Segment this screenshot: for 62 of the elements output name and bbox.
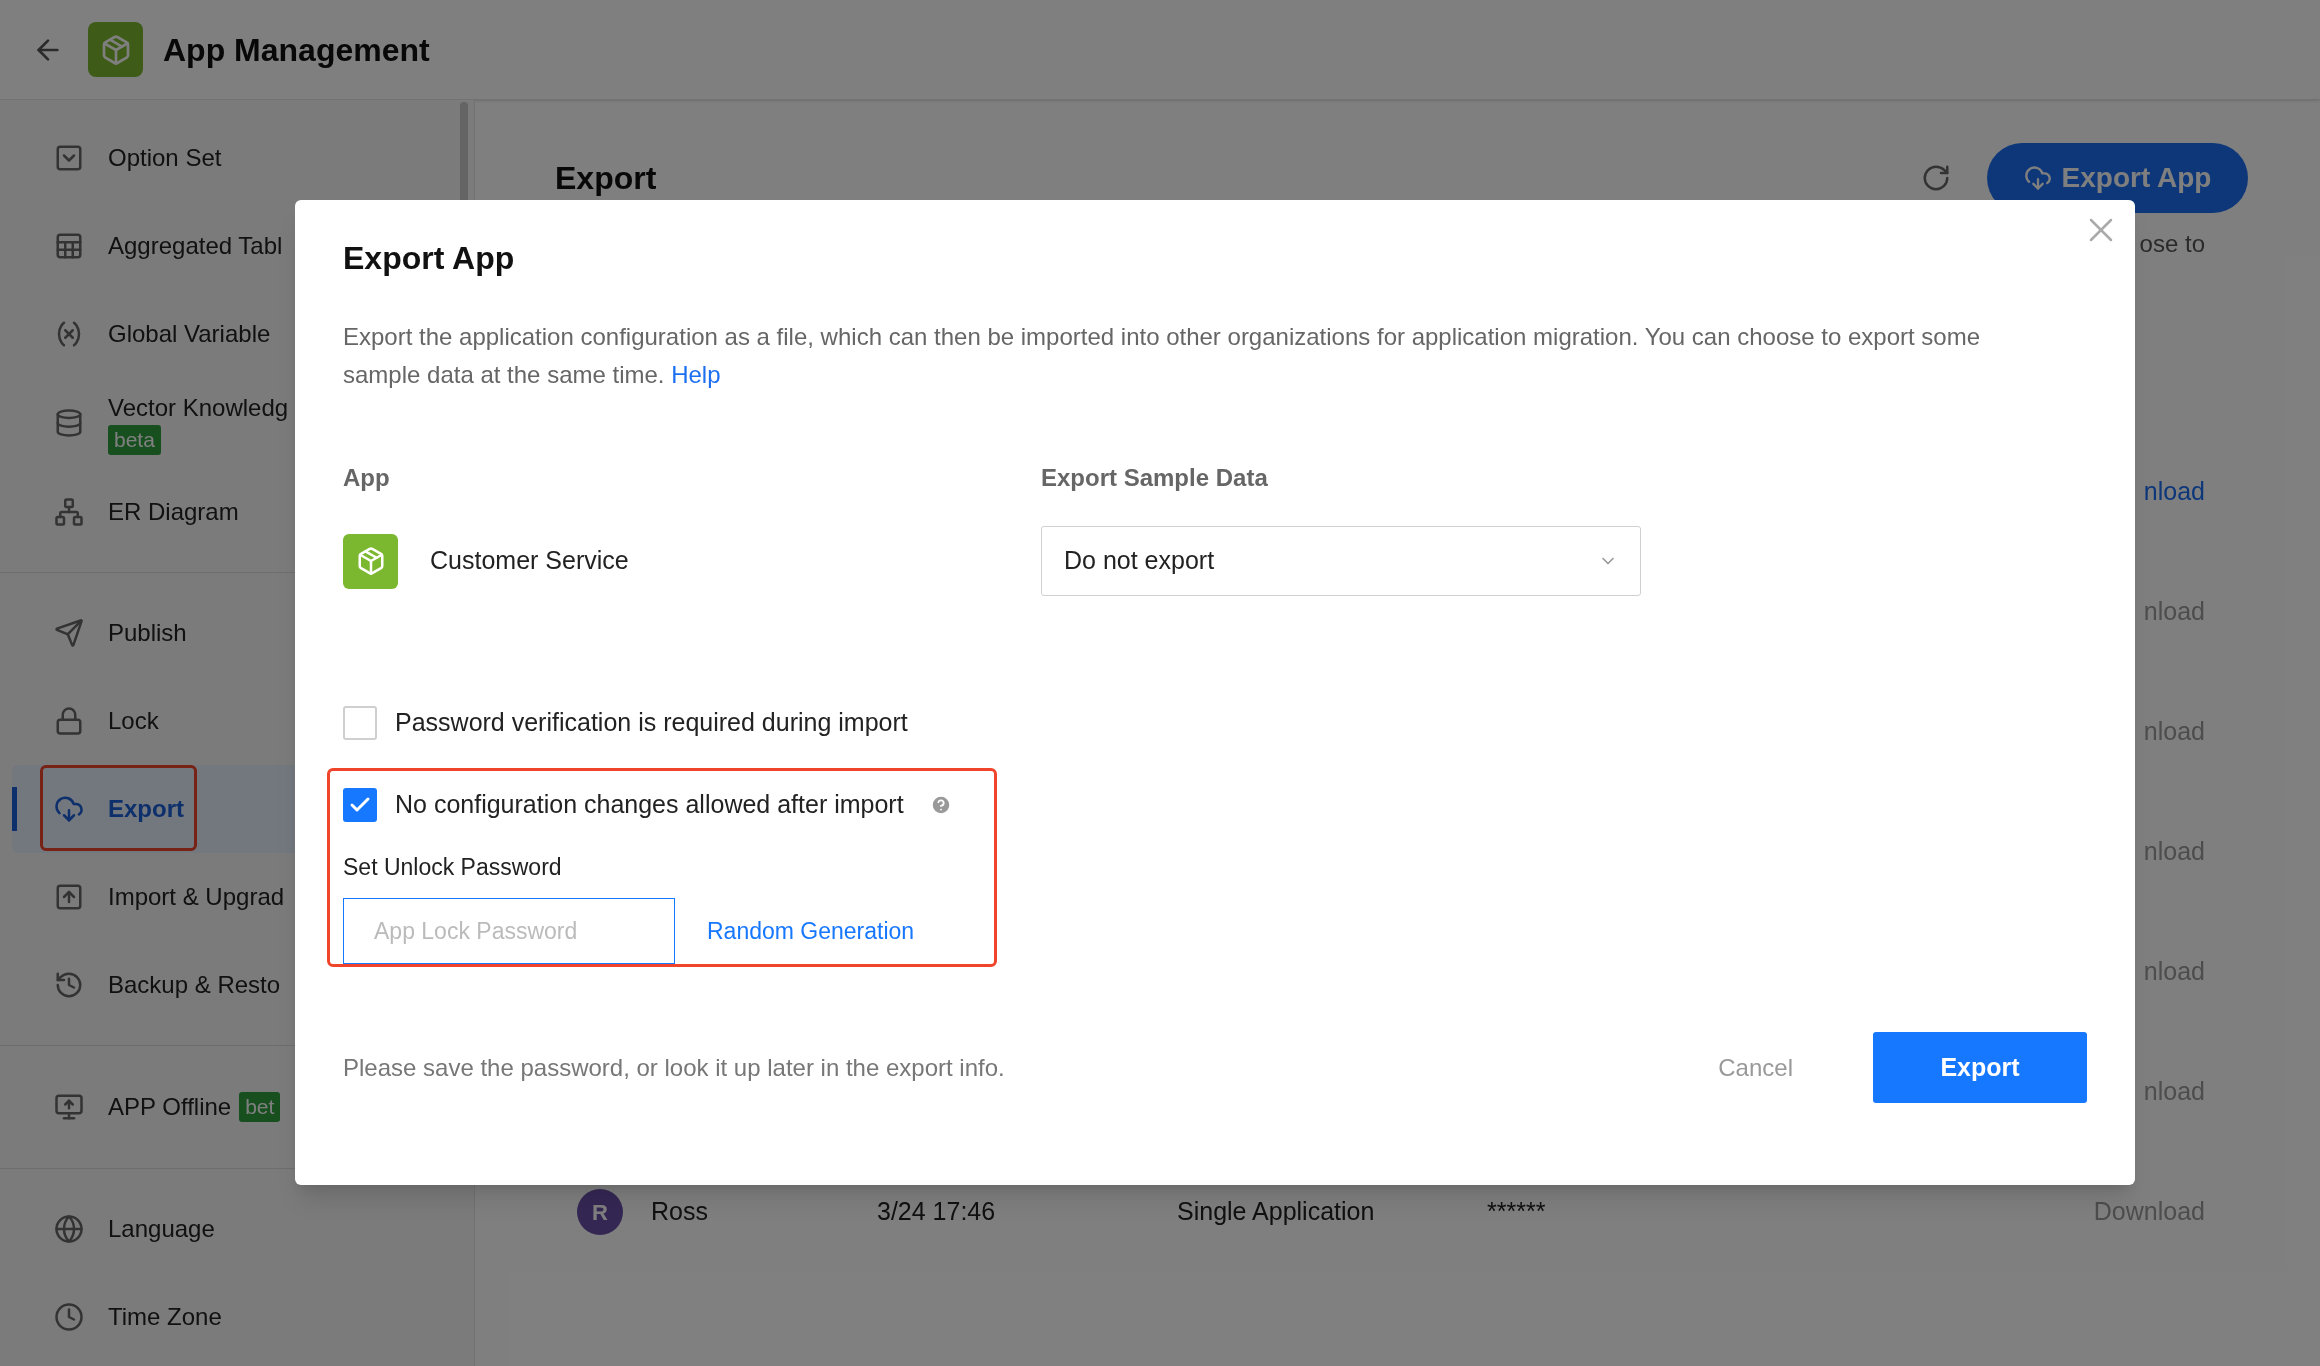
table-icon [54, 231, 84, 261]
sidebar-label: Backup & Resto [108, 970, 281, 1000]
dialog-description: Export the application configuration as a file, which can then be imported into other organizations for application migration. You can choose to export some sample data at the same time. Help [343, 322, 1981, 390]
checkbox[interactable] [343, 788, 377, 822]
section-title: Export [555, 159, 657, 198]
sidebar-label: Time Zone [108, 1302, 222, 1332]
sidebar-label: Global Variable [108, 319, 271, 349]
description-text: ose to [2139, 229, 2205, 259]
dialog-title: Export App [343, 239, 516, 278]
sidebar-label: Export [108, 794, 184, 824]
sidebar-label: Vector Knowledg [108, 393, 289, 423]
sidebar-label: Language [108, 1214, 215, 1244]
random-generation-link[interactable]: Random Generation [707, 913, 915, 949]
sample-data-select[interactable]: Do not export [1041, 526, 1641, 596]
footer-note: Please save the password, or look it up later in the export info. [343, 1052, 1005, 1083]
field-label: Export Sample Data [1041, 464, 1269, 492]
table-cell-text: Single Application [1177, 1196, 1376, 1228]
sidebar-label: Import & Upgrad [108, 882, 285, 912]
user-avatar: R [577, 1189, 623, 1235]
field-label: Set Unlock Password [343, 853, 563, 882]
selection-bar [12, 787, 17, 831]
app-logo [88, 22, 143, 77]
sidebar-label: Publish [108, 618, 187, 648]
dropdown-icon [54, 143, 84, 173]
sidebar-item[interactable]: Language [12, 1185, 462, 1273]
sidebar-label: APP Offline [108, 1092, 232, 1122]
cloud-download-icon [2023, 164, 2052, 192]
cloud-download-icon [54, 794, 84, 824]
lock-icon [54, 706, 84, 736]
field-label: App [343, 464, 391, 492]
refresh-icon[interactable] [1921, 163, 1951, 193]
password-field[interactable]: App Lock Password [343, 898, 675, 964]
page-title: App Management [163, 30, 430, 70]
app-name: Customer Service [430, 545, 629, 577]
table-cell-text: 3/24 17:46 [877, 1196, 997, 1228]
table-cell-text: Ross [651, 1196, 709, 1228]
monitor-icon [54, 1092, 84, 1122]
database-icon [54, 408, 84, 438]
checkbox-label: Password verification is required during import [395, 707, 908, 739]
send-icon [54, 618, 84, 648]
globe-icon [54, 1214, 84, 1244]
sidebar-label: Option Set [108, 143, 222, 173]
download-link[interactable]: nload [2143, 473, 2205, 511]
sidebar-label: Lock [108, 706, 159, 736]
sidebar-item[interactable]: Time Zone [12, 1273, 462, 1361]
sidebar-label: Aggregated Tabl [108, 231, 283, 261]
sidebar-item[interactable]: Option Set [12, 114, 462, 202]
cancel-button[interactable]: Cancel [1718, 1049, 1793, 1086]
help-icon[interactable] [929, 794, 952, 816]
table-cell-text: ****** [1487, 1196, 1546, 1228]
export-app-button[interactable]: Export App [1987, 143, 2248, 213]
help-link[interactable]: Help [671, 361, 721, 388]
export-button[interactable]: Export [1873, 1032, 2087, 1103]
history-icon [54, 970, 84, 1000]
diagram-icon [54, 497, 84, 527]
clock-icon [54, 1302, 84, 1332]
sidebar-item[interactable]: Publish [12, 589, 462, 677]
app-icon [343, 533, 398, 589]
sidebar-label: ER Diagram [108, 497, 239, 527]
beta-badge: bet [239, 1092, 281, 1122]
beta-badge: beta [108, 425, 161, 455]
upload-box-icon [54, 882, 84, 912]
